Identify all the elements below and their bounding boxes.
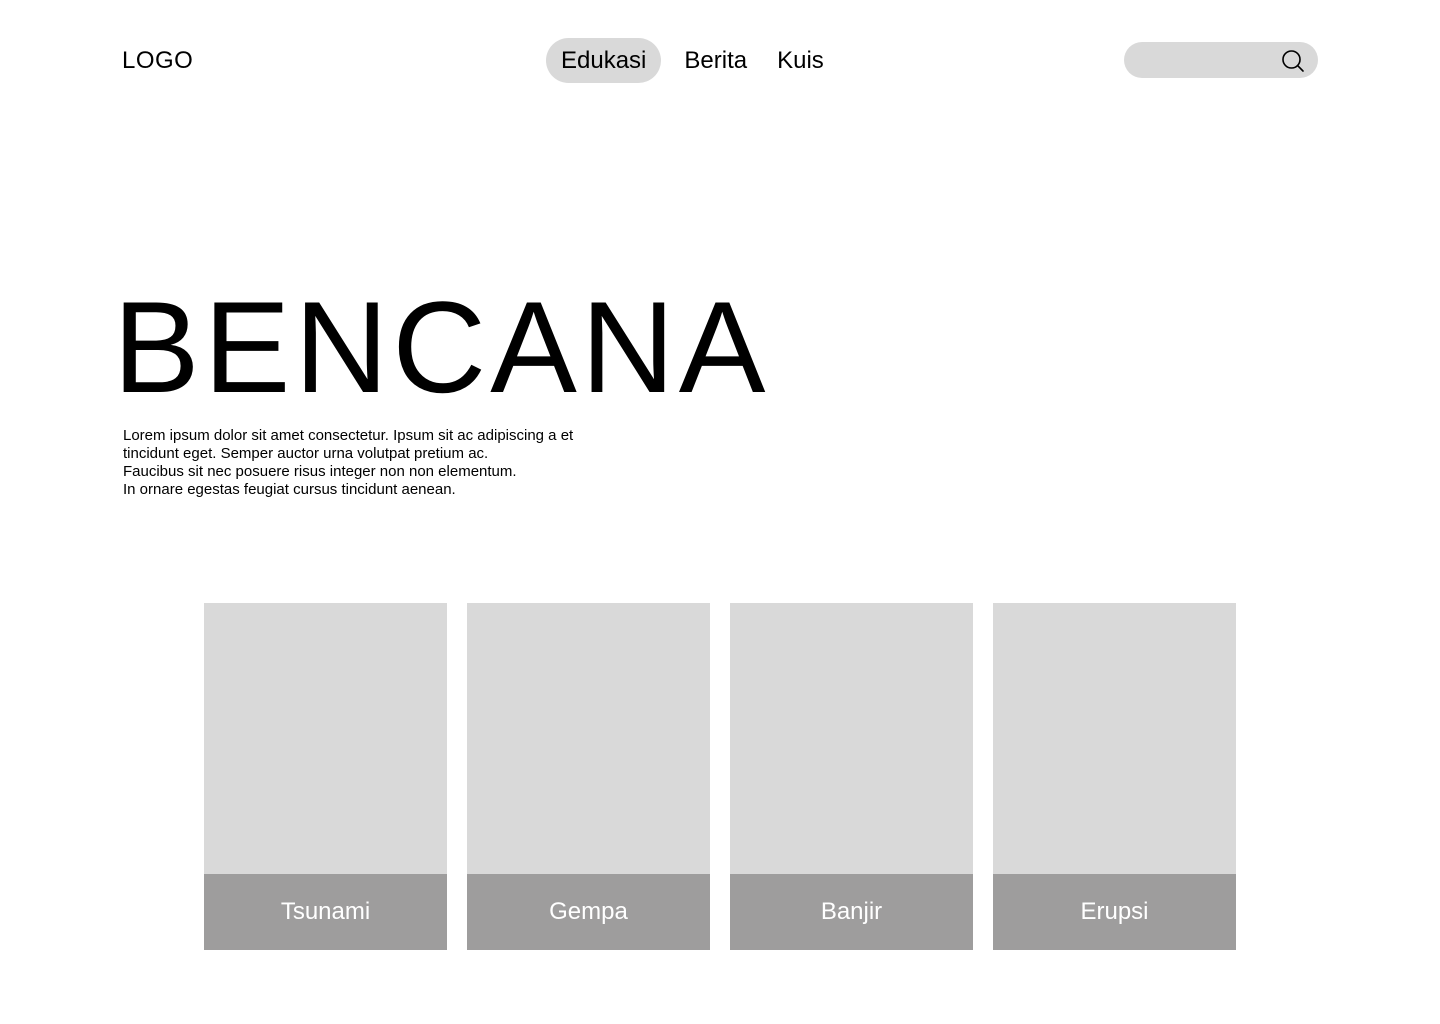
search-input[interactable]: [1138, 42, 1278, 78]
hero-description-line: tincidunt eget. Semper auctor urna volut…: [123, 445, 489, 462]
hero-description: Lorem ipsum dolor sit amet consectetur. …: [123, 427, 683, 499]
nav-item-berita[interactable]: Berita: [669, 38, 762, 83]
category-cards: Tsunami Gempa Banjir Erupsi: [204, 603, 1236, 950]
page: LOGO Edukasi Berita Kuis BENCANA Lorem i…: [0, 0, 1440, 1024]
nav-item-kuis[interactable]: Kuis: [762, 38, 839, 83]
card-banjir[interactable]: Banjir: [730, 603, 973, 950]
main-nav: Edukasi Berita Kuis: [546, 38, 839, 83]
card-gempa[interactable]: Gempa: [467, 603, 710, 950]
hero-description-line: In ornare egestas feugiat cursus tincidu…: [123, 481, 456, 498]
nav-item-edukasi[interactable]: Edukasi: [546, 38, 662, 83]
hero-title: BENCANA: [113, 274, 770, 420]
hero-description-line: Faucibus sit nec posuere risus integer n…: [123, 463, 517, 480]
card-tsunami[interactable]: Tsunami: [204, 603, 447, 950]
card-label: Erupsi: [993, 874, 1236, 950]
hero-description-line: Lorem ipsum dolor sit amet consectetur. …: [123, 427, 574, 444]
card-label: Banjir: [730, 874, 973, 950]
logo[interactable]: LOGO: [122, 46, 193, 76]
search-icon[interactable]: [1280, 48, 1306, 74]
card-label: Tsunami: [204, 874, 447, 950]
card-erupsi[interactable]: Erupsi: [993, 603, 1236, 950]
card-label: Gempa: [467, 874, 710, 950]
